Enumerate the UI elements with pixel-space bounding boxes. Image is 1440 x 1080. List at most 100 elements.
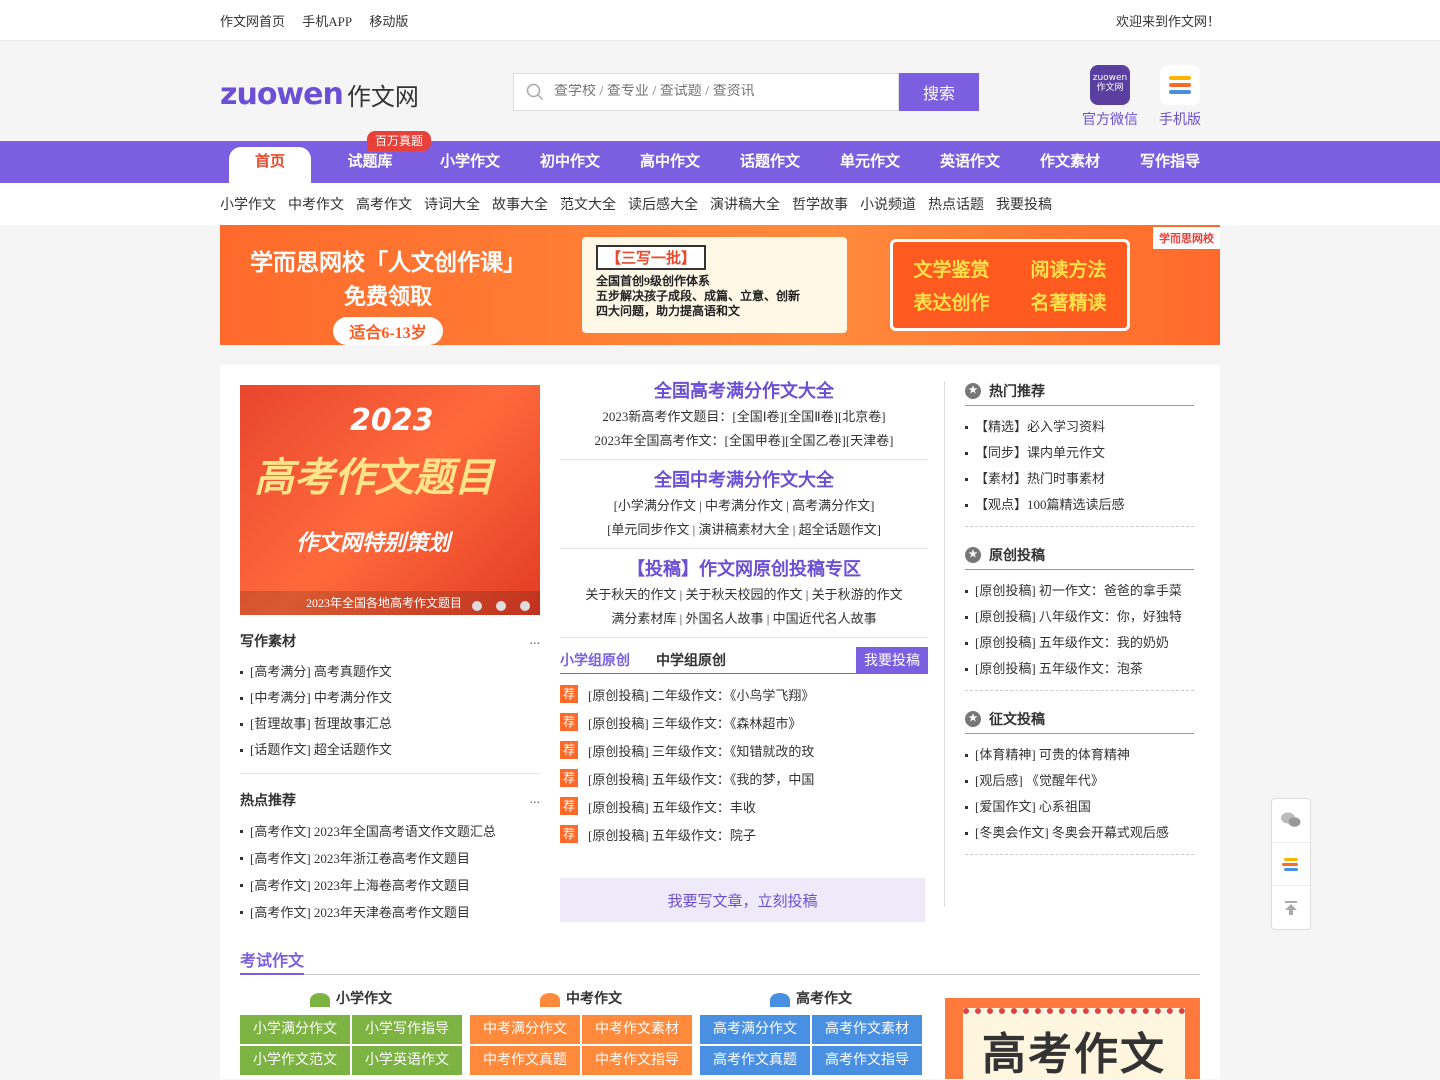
gaokao-promo-image[interactable]: 高考作文 [945, 998, 1200, 1079]
list-item[interactable]: 【同步】课内单元作文 [965, 440, 1194, 466]
exam-link[interactable]: 中考作文指导 [582, 1046, 692, 1075]
subnav-item[interactable]: 中考作文 [288, 194, 344, 214]
list-item[interactable]: [原创投稿] 五年级作文：我的奶奶 [965, 630, 1194, 656]
feature-links[interactable]: 2023新高考作文题目：[全国Ⅰ卷][全国Ⅱ卷][北京卷] [560, 405, 928, 429]
mobile-app-icon[interactable] [1272, 843, 1310, 887]
list-item[interactable]: 【素材】热门时事素材 [965, 466, 1194, 492]
exam-link[interactable]: 高考作文真题 [700, 1046, 810, 1075]
carousel-dot[interactable] [472, 601, 482, 611]
wechat-label: 官方微信 [1082, 113, 1138, 128]
nav-item-junior[interactable]: 初中作文 [520, 141, 620, 183]
carousel-title: 高考作文题目 [254, 455, 494, 500]
wechat-icon[interactable] [1272, 799, 1310, 843]
subnav-item[interactable]: 小说频道 [860, 194, 916, 214]
post-button[interactable]: 我要投稿 [856, 647, 928, 673]
carousel-dot[interactable] [496, 601, 506, 611]
top-link-app[interactable]: 手机APP [302, 14, 352, 29]
mobile-entry[interactable]: 手机版 [1159, 65, 1201, 129]
feature-links[interactable]: 关于秋天的作文 | 关于秋天校园的作文 | 关于秋游的作文 [560, 583, 928, 607]
nav-item-guide[interactable]: 写作指导 [1120, 141, 1220, 183]
exam-link[interactable]: 中考作文素材 [582, 1015, 692, 1044]
wechat-entry[interactable]: zuowen 作文网 官方微信 [1082, 65, 1138, 129]
subnav-item[interactable]: 演讲稿大全 [710, 194, 780, 214]
exam-link[interactable]: 小学作文范文 [240, 1046, 350, 1075]
nav-item-question-bank[interactable]: 试题库 百万真题 [320, 131, 432, 183]
subnav-item[interactable]: 我要投稿 [996, 194, 1052, 214]
banner-line: 五步解决孩子成段、成篇、立意、创新 [596, 289, 801, 303]
list-item[interactable]: 荐 [原创投稿] 五年级作文：丰收 [560, 792, 928, 820]
nav-item-english[interactable]: 英语作文 [920, 141, 1020, 183]
subnav-item[interactable]: 高考作文 [356, 194, 412, 214]
list-item[interactable]: 荐 [原创投稿] 三年级作文：《森林超市》 [560, 708, 928, 736]
feature-title[interactable]: 全国高考满分作文大全 [560, 377, 928, 405]
nav-item-material[interactable]: 作文素材 [1020, 141, 1120, 183]
feature-links[interactable]: [小学满分作文 | 中考满分作文 | 高考满分作文] [560, 494, 928, 518]
list-item[interactable]: 荐 [原创投稿] 五年级作文：《我的梦，中国 [560, 764, 928, 792]
nav-item-unit[interactable]: 单元作文 [820, 141, 920, 183]
list-item[interactable]: [观后感] 《觉醒年代》 [965, 768, 1194, 794]
nav-item-home[interactable]: 首页 [229, 147, 311, 183]
exam-group-header: 高考作文 [700, 987, 922, 1013]
ad-banner[interactable]: 学而思网校「人文创作课」 免费领取 适合6-13岁 【三写一批】 全国首创9级创… [0, 225, 1440, 345]
nav-item-senior[interactable]: 高中作文 [620, 141, 720, 183]
list-item[interactable]: 荐 [原创投稿] 五年级作文：院子 [560, 820, 928, 848]
subnav-item[interactable]: 小学作文 [220, 194, 276, 214]
banner-feature: 表达创作 [913, 293, 990, 314]
list-item[interactable]: [中考满分] 中考满分作文 [240, 685, 540, 711]
search-button[interactable]: 搜索 [899, 73, 979, 111]
item-title: [原创投稿] 五年级作文：院子 [588, 827, 756, 843]
exam-link[interactable]: 小学满分作文 [240, 1015, 350, 1044]
carousel-dot[interactable] [520, 601, 530, 611]
carousel[interactable]: 2023 高考作文题目 作文网特别策划 2023年全国各地高考作文题目 [240, 385, 540, 615]
list-item[interactable]: [原创投稿] 五年级作文：泡茶 [965, 656, 1194, 682]
subnav-item[interactable]: 诗词大全 [424, 194, 480, 214]
top-link-home[interactable]: 作文网首页 [220, 14, 285, 29]
site-logo[interactable]: zuowen 作文网 [220, 77, 419, 112]
feature-links[interactable]: 满分素材库 | 外国名人故事 | 中国近代名人故事 [560, 607, 928, 631]
tab-primary-original[interactable]: 小学组原创 [560, 650, 630, 670]
nav-item-label: 试题库 [347, 154, 393, 170]
back-to-top-icon[interactable] [1272, 886, 1310, 929]
subnav-item[interactable]: 哲学故事 [792, 194, 848, 214]
list-item[interactable]: 荐 [原创投稿] 三年级作文：《知错就改的玫 [560, 736, 928, 764]
more-link[interactable]: ... [530, 792, 541, 808]
search-input[interactable] [554, 84, 898, 100]
exam-link[interactable]: 中考满分作文 [470, 1015, 580, 1044]
top-link-mobile[interactable]: 移动版 [369, 14, 408, 29]
exam-link[interactable]: 高考作文素材 [812, 1015, 922, 1044]
list-item[interactable]: 【观点】100篇精选读后感 [965, 492, 1194, 518]
feature-links[interactable]: [单元同步作文 | 演讲稿素材大全 | 超全话题作文] [560, 518, 928, 542]
feature-title[interactable]: 全国中考满分作文大全 [560, 466, 928, 494]
subnav-item[interactable]: 范文大全 [560, 194, 616, 214]
list-item[interactable]: [高考作文] 2023年天津卷高考作文题目 [240, 899, 540, 926]
exam-link[interactable]: 高考满分作文 [700, 1015, 810, 1044]
list-item[interactable]: 【精选】必入学习资料 [965, 414, 1194, 440]
list-item[interactable]: [高考作文] 2023年上海卷高考作文题目 [240, 872, 540, 899]
list-item[interactable]: [高考作文] 2023年浙江卷高考作文题目 [240, 845, 540, 872]
list-item[interactable]: [高考满分] 高考真题作文 [240, 659, 540, 685]
more-link[interactable]: ... [530, 633, 541, 649]
exam-link[interactable]: 高考作文指导 [812, 1046, 922, 1075]
feature-title[interactable]: 【投稿】作文网原创投稿专区 [560, 555, 928, 583]
exam-section-title[interactable]: 考试作文 [240, 947, 305, 975]
nav-item-primary[interactable]: 小学作文 [420, 141, 520, 183]
list-item[interactable]: 荐 [原创投稿] 二年级作文：《小鸟学飞翔》 [560, 680, 928, 708]
list-item[interactable]: [话题作文] 超全话题作文 [240, 737, 540, 763]
feature-links[interactable]: 2023年全国高考作文：[全国甲卷][全国乙卷][天津卷] [560, 429, 928, 453]
subnav-item[interactable]: 读后感大全 [628, 194, 698, 214]
list-item[interactable]: [原创投稿] 八年级作文：你，好独特 [965, 604, 1194, 630]
exam-link[interactable]: 中考作文真题 [470, 1046, 580, 1075]
exam-link[interactable]: 小学英语作文 [352, 1046, 462, 1075]
tab-middle-original[interactable]: 中学组原创 [656, 650, 726, 670]
list-item[interactable]: [冬奥会作文] 冬奥会开幕式观后感 [965, 820, 1194, 846]
list-item[interactable]: [体育精神] 可贵的体育精神 [965, 742, 1194, 768]
list-item[interactable]: [爱国作文] 心系祖国 [965, 794, 1194, 820]
subnav-item[interactable]: 热点话题 [928, 194, 984, 214]
exam-link[interactable]: 小学写作指导 [352, 1015, 462, 1044]
list-item[interactable]: [哲理故事] 哲理故事汇总 [240, 711, 540, 737]
list-item[interactable]: [高考作文] 2023年全国高考语文作文题汇总 [240, 818, 540, 845]
submit-article-button[interactable]: 我要写文章，立刻投稿 [560, 878, 925, 922]
list-item[interactable]: [原创投稿] 初一作文：爸爸的拿手菜 [965, 578, 1194, 604]
subnav-item[interactable]: 故事大全 [492, 194, 548, 214]
nav-item-topic[interactable]: 话题作文 [720, 141, 820, 183]
